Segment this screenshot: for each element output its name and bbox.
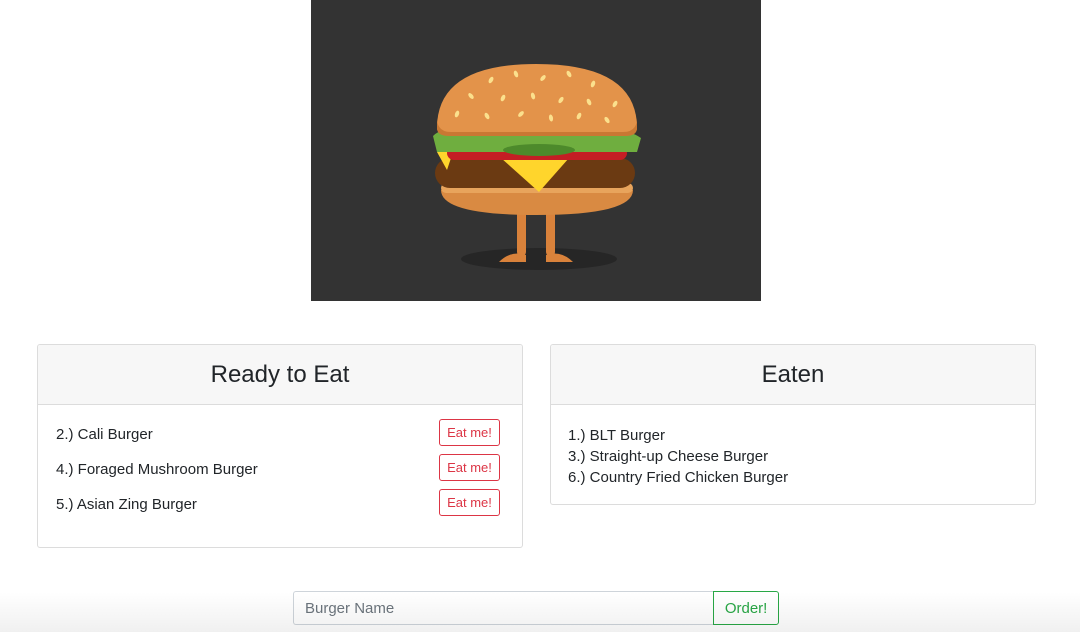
eat-me-button[interactable]: Eat me!: [439, 489, 500, 516]
hero-image: [311, 0, 761, 301]
order-form: Order!: [293, 591, 779, 625]
eat-me-button[interactable]: Eat me!: [439, 419, 500, 446]
eaten-item: 6.) Country Fried Chicken Burger: [568, 469, 789, 486]
eaten-item: 3.) Straight-up Cheese Burger: [568, 448, 769, 465]
eaten-list: 1.) BLT Burger 3.) Straight-up Cheese Bu…: [568, 425, 788, 488]
eaten-header: Eaten: [551, 345, 1035, 405]
ready-item-label: 2.) Cali Burger: [56, 426, 153, 443]
ready-to-eat-card: Ready to Eat 2.) Cali Burger Eat me! 4.)…: [37, 344, 523, 548]
order-button[interactable]: Order!: [713, 591, 779, 625]
ready-list: 2.) Cali Burger Eat me! 4.) Foraged Mush…: [38, 419, 522, 531]
ready-item: 5.) Asian Zing Burger Eat me!: [38, 489, 522, 531]
eat-me-button[interactable]: Eat me!: [439, 454, 500, 481]
burger-mascot-icon: [433, 64, 641, 270]
eaten-item: 1.) BLT Burger: [568, 427, 665, 444]
ready-item-label: 4.) Foraged Mushroom Burger: [56, 461, 258, 478]
ready-item-label: 5.) Asian Zing Burger: [56, 496, 197, 513]
page: Ready to Eat 2.) Cali Burger Eat me! 4.)…: [0, 0, 1080, 632]
ready-to-eat-header: Ready to Eat: [38, 345, 522, 405]
burger-name-input[interactable]: [293, 591, 714, 625]
eaten-card: Eaten 1.) BLT Burger 3.) Straight-up Che…: [550, 344, 1036, 505]
